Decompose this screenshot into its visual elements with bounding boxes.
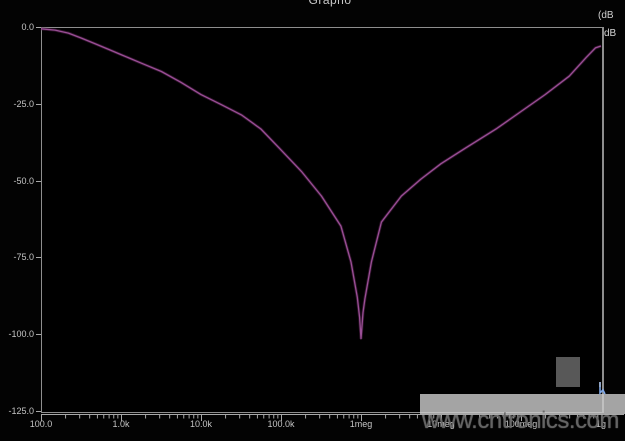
response-curve <box>41 29 601 339</box>
response-curve-glow <box>41 29 601 339</box>
y-tick-label: -75.0 <box>0 252 34 262</box>
watermark-text: www.cntronics.com <box>422 407 619 435</box>
y-tick-label: 0.0 <box>0 22 34 32</box>
axis-unit-label: (dB <box>598 10 614 21</box>
y-tick-label: -100.0 <box>0 329 34 339</box>
y-tick-label: -25.0 <box>0 99 34 109</box>
cursor-marker-icon[interactable] <box>596 381 606 397</box>
window-title: Grapho <box>308 0 351 7</box>
watermark-block <box>556 357 580 387</box>
graph-window: Grapho (dB dB 0.0-25.0-50.0-75.0-100.0-1… <box>0 0 625 441</box>
curve-svg <box>41 27 601 411</box>
plot-area[interactable] <box>41 27 601 411</box>
series-label: dB <box>604 28 616 39</box>
y-tick-label: -50.0 <box>0 176 34 186</box>
